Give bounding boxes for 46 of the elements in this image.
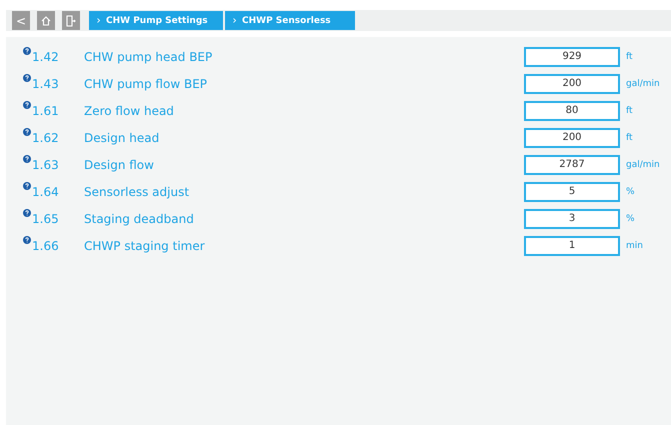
unit-label: gal/min: [626, 78, 660, 88]
parameter-name: Sensorless adjust: [84, 184, 190, 198]
parameter-number: 1.61: [32, 104, 60, 118]
value-field[interactable]: 3: [524, 208, 620, 228]
parameter-name: CHWP staging timer: [84, 238, 206, 252]
help-icon[interactable]: [23, 101, 31, 109]
parameter-name: Design flow: [84, 158, 155, 172]
help-icon[interactable]: [23, 209, 31, 217]
unit-label: ft: [626, 106, 633, 116]
parameter-number: 1.62: [32, 130, 60, 144]
chevron-icon: [233, 18, 236, 23]
help-icon[interactable]: [23, 236, 31, 244]
parameter-number: 1.64: [32, 184, 60, 198]
exit-door-icon: [66, 14, 76, 26]
parameter-name: Design head: [84, 130, 160, 144]
home-icon: [41, 16, 51, 26]
value-field[interactable]: 2787: [524, 154, 620, 174]
help-icon[interactable]: [23, 155, 31, 163]
value-field[interactable]: 200: [524, 128, 620, 148]
unit-label: %: [626, 214, 635, 224]
value-field[interactable]: 200: [524, 74, 620, 94]
parameter-name: Zero flow head: [84, 104, 175, 118]
unit-label: min: [626, 240, 643, 250]
unit-label: gal/min: [626, 160, 660, 170]
unit-label: ft: [626, 132, 633, 142]
value-field[interactable]: 5: [524, 182, 620, 202]
parameter-number: 1.42: [32, 50, 60, 64]
parameter-name: Staging deadband: [84, 212, 195, 226]
value-field[interactable]: 929: [524, 46, 620, 66]
parameter-number: 1.43: [32, 76, 60, 90]
parameter-number: 1.63: [32, 158, 60, 172]
help-icon[interactable]: [23, 47, 31, 55]
unit-label: %: [626, 186, 635, 196]
parameter-number: 1.66: [32, 238, 60, 252]
value-field[interactable]: 80: [524, 100, 620, 120]
parameter-name: CHW pump head BEP: [84, 50, 214, 64]
parameter-name: CHW pump flow BEP: [84, 76, 208, 90]
home-button[interactable]: [37, 11, 55, 30]
help-icon[interactable]: [23, 182, 31, 190]
parameter-number: 1.65: [32, 212, 60, 226]
exit-button[interactable]: [62, 11, 80, 30]
unit-label: ft: [626, 52, 633, 62]
help-icon[interactable]: [23, 128, 31, 136]
help-icon[interactable]: [23, 74, 31, 82]
chevron-icon: [97, 18, 100, 23]
value-field[interactable]: 1: [524, 236, 620, 256]
